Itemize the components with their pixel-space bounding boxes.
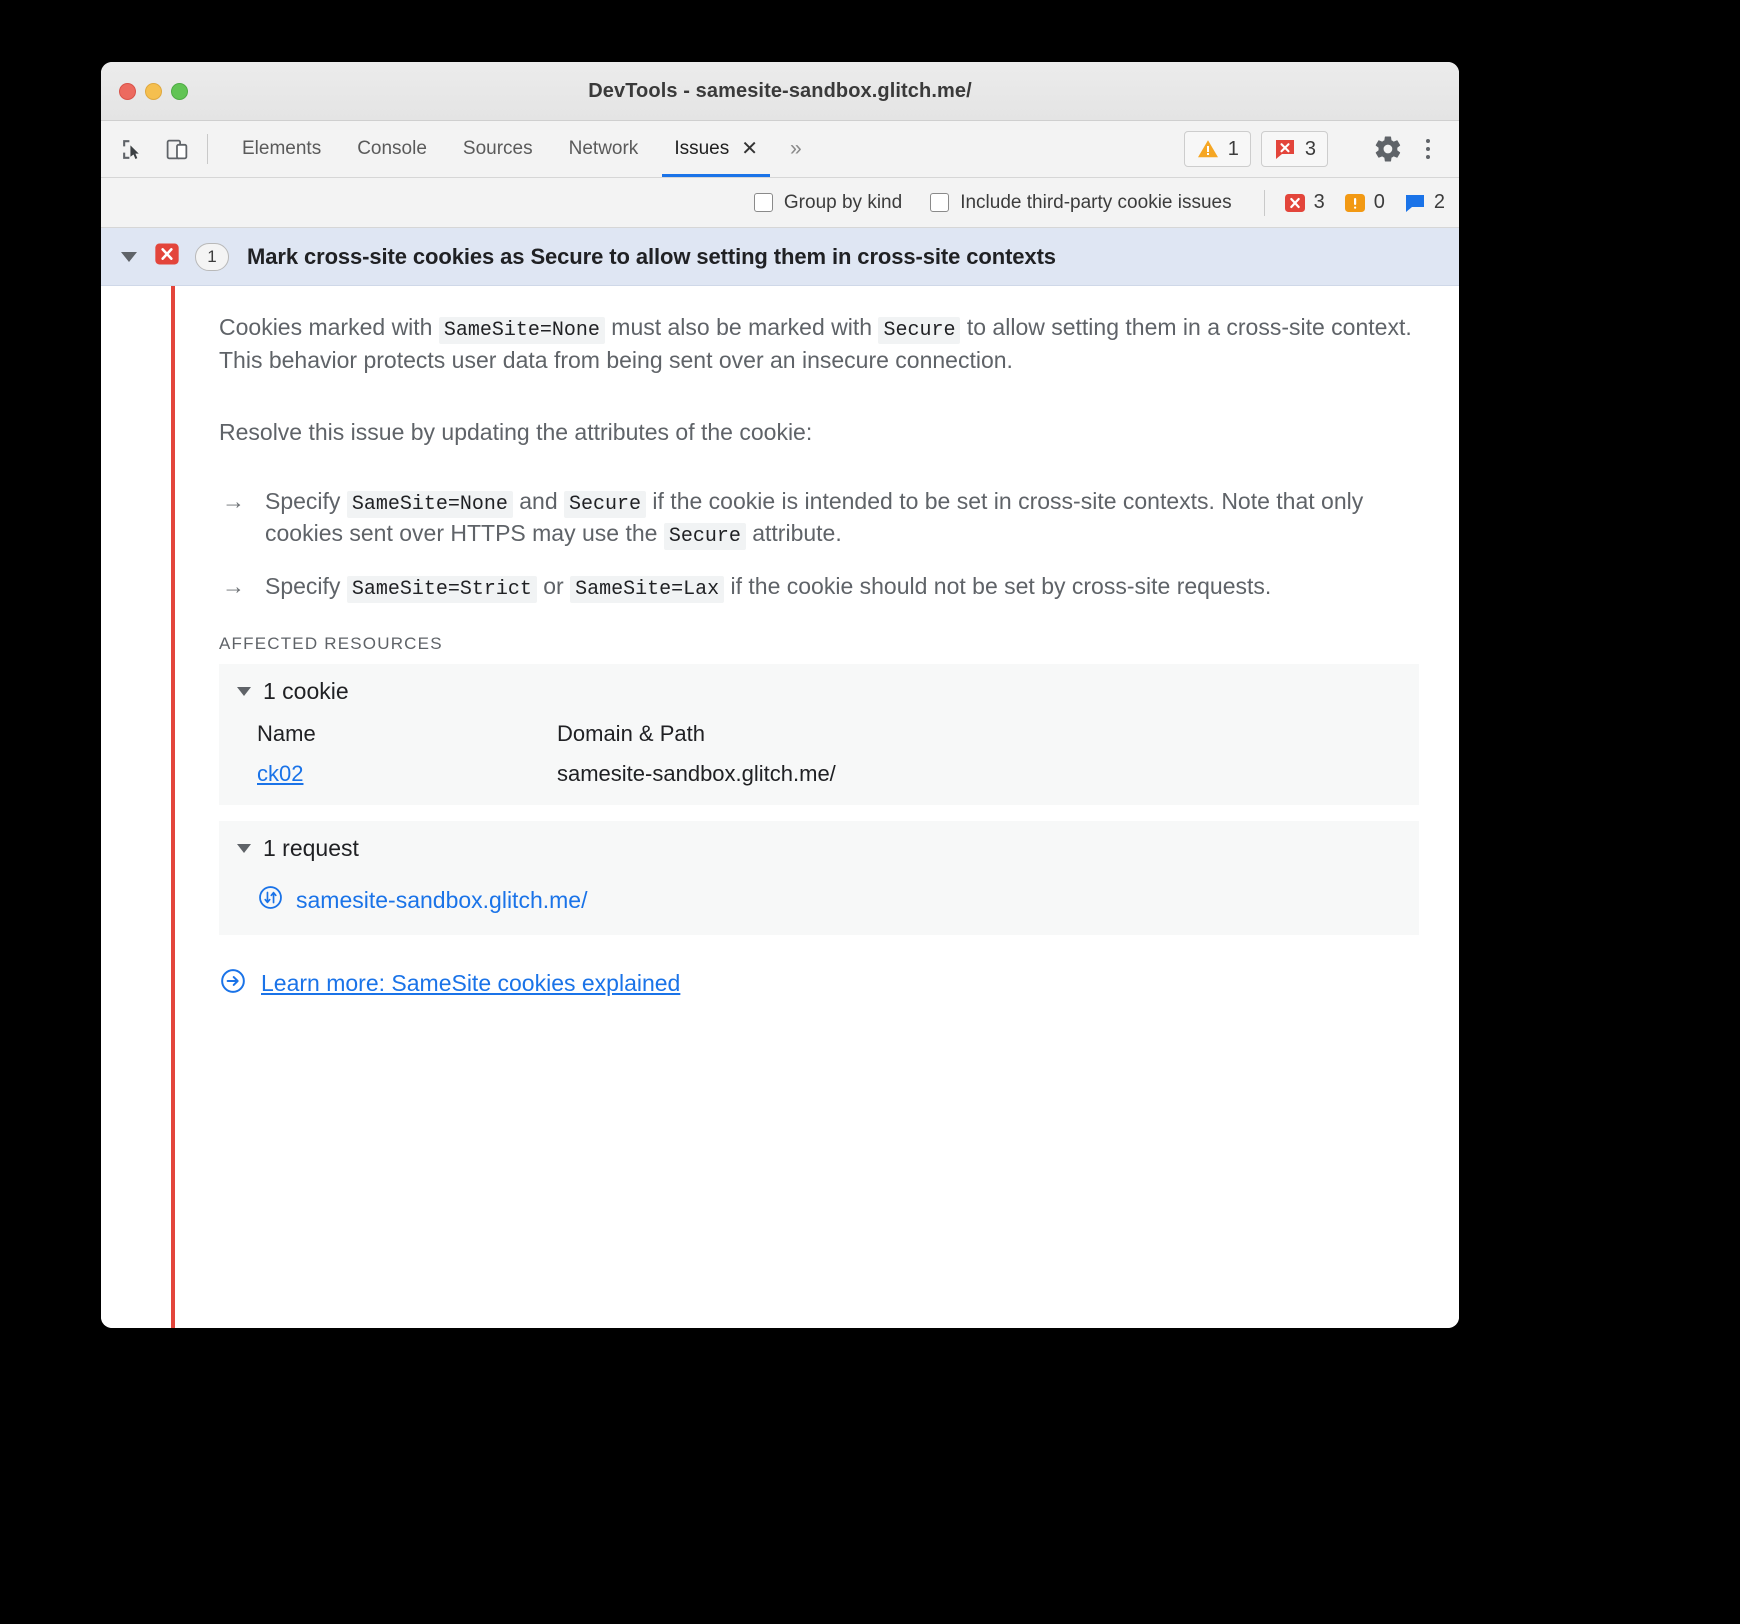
warning-badge-button[interactable]: 1	[1183, 131, 1251, 167]
inspect-element-icon[interactable]	[119, 136, 146, 163]
desc-text-1: Cookies marked with	[219, 314, 439, 340]
code-secure: Secure	[564, 490, 647, 518]
table-header-row: Name Domain & Path	[257, 721, 836, 761]
cookie-section-toggle[interactable]: 1 cookie	[219, 678, 1419, 705]
code-secure-2: Secure	[663, 523, 746, 551]
cookie-name-link[interactable]: ck02	[257, 761, 303, 786]
devtools-window: DevTools - samesite-sandbox.glitch.me/ E…	[101, 62, 1459, 1328]
bullet2-text-3: if the cookie should not be set by cross…	[724, 572, 1272, 599]
bullet2-text-2: or	[536, 572, 571, 599]
issue-resolve-paragraph: Resolve this issue by updating the attri…	[219, 419, 813, 446]
bullet2-text-1: Specify	[265, 572, 347, 599]
error-badge-button[interactable]: 3	[1260, 131, 1328, 167]
chevron-down-icon[interactable]	[237, 843, 251, 853]
code-secure: Secure	[878, 317, 961, 344]
warning-count: 1	[1227, 137, 1239, 160]
affected-resources-label: AFFECTED RESOURCES	[219, 633, 443, 653]
tab-label: Sources	[462, 138, 533, 159]
tab-label: Issues	[674, 138, 730, 159]
group-by-kind-checkbox[interactable]: Group by kind	[753, 191, 903, 214]
gear-icon[interactable]	[1371, 132, 1405, 166]
code-samesite-lax: SameSite=Lax	[570, 575, 725, 603]
error-count: 3	[1304, 137, 1316, 160]
close-icon[interactable]: ✕	[741, 139, 758, 159]
group-by-kind-label: Group by kind	[783, 191, 903, 213]
error-icon	[153, 240, 181, 273]
issue-title: Mark cross-site cookies as Secure to all…	[247, 243, 1056, 269]
tab-console[interactable]: Console	[339, 121, 445, 177]
devtools-toolbar: Elements Console Sources Network Issues …	[101, 121, 1459, 178]
issue-header-row[interactable]: 1 Mark cross-site cookies as Secure to a…	[101, 228, 1459, 286]
checkbox-box[interactable]	[753, 193, 773, 212]
tab-label: Network	[568, 138, 639, 159]
column-header-domain-path: Domain & Path	[557, 720, 705, 746]
error-counter-value: 3	[1313, 191, 1325, 213]
bullet1-text-4: attribute.	[745, 520, 842, 547]
issue-count-badge: 1	[195, 242, 229, 271]
error-counter[interactable]: 3	[1283, 191, 1325, 215]
code-samesite-none: SameSite=None	[438, 317, 605, 344]
checkbox-box[interactable]	[930, 193, 950, 212]
resolution-bullet-2: → Specify SameSite=Strict or SameSite=Lax…	[219, 571, 1419, 604]
code-samesite-none: SameSite=None	[346, 490, 513, 518]
toolbar-left-icons	[119, 121, 191, 177]
learn-more-link[interactable]: Learn more: SameSite cookies explained	[261, 970, 680, 997]
request-arrows-icon	[257, 884, 284, 917]
bullet1-text-1: Specify	[265, 487, 347, 514]
code-samesite-strict: SameSite=Strict	[346, 575, 537, 603]
issue-description-paragraph: Cookies marked with SameSite=None must a…	[219, 312, 1419, 375]
issue-detail-content: Cookies marked with SameSite=None must a…	[175, 286, 1459, 1328]
desc-text-2: must also be marked with	[604, 314, 879, 340]
cookie-name-cell: ck02	[257, 761, 557, 787]
include-third-party-cookie-issues-checkbox[interactable]: Include third-party cookie issues	[930, 191, 1232, 214]
cookie-domain-path-cell: samesite-sandbox.glitch.me/	[557, 760, 836, 786]
toolbar-right: 1 3	[1183, 121, 1445, 177]
cookie-section-summary: 1 cookie	[263, 677, 349, 704]
tab-elements[interactable]: Elements	[224, 121, 339, 177]
issues-filter-bar: Group by kind Include third-party cookie…	[101, 178, 1459, 228]
kebab-menu-icon[interactable]	[1411, 132, 1445, 166]
info-icon	[1403, 191, 1427, 215]
info-counter[interactable]: 2	[1403, 191, 1445, 215]
error-icon	[1283, 191, 1307, 215]
affected-cookies-table: Name Domain & Path ck02 samesite-sandbox…	[257, 721, 836, 787]
issue-body: Cookies marked with SameSite=None must a…	[101, 286, 1459, 1328]
error-icon	[1273, 137, 1297, 161]
chevron-down-icon[interactable]	[237, 686, 251, 696]
panel-tabs: Elements Console Sources Network Issues …	[224, 121, 816, 177]
toolbar-divider	[207, 134, 208, 164]
column-header-name: Name	[257, 720, 316, 746]
affected-cookies-block: 1 cookie Name Domain & Path ck02 samesit…	[219, 663, 1419, 805]
request-section-toggle[interactable]: 1 request	[219, 835, 1419, 862]
device-toolbar-icon[interactable]	[164, 136, 191, 163]
warning-counter[interactable]: 0	[1343, 191, 1385, 215]
resolution-bullet-1: → Specify SameSite=None and Secure if the…	[219, 486, 1419, 551]
bullet1-text-2: and	[512, 487, 565, 514]
window-titlebar: DevTools - samesite-sandbox.glitch.me/	[101, 62, 1459, 121]
more-tabs-icon[interactable]: »	[776, 121, 816, 177]
learn-more-row: Learn more: SameSite cookies explained	[219, 967, 1419, 1000]
request-url-link[interactable]: samesite-sandbox.glitch.me/	[296, 887, 587, 914]
arrow-right-icon: →	[222, 572, 245, 599]
tab-label: Elements	[242, 138, 322, 159]
info-counter-value: 2	[1433, 191, 1445, 213]
tab-label: Console	[357, 138, 427, 159]
warning-counter-value: 0	[1373, 191, 1385, 213]
tab-issues[interactable]: Issues ✕	[656, 121, 776, 177]
tab-sources[interactable]: Sources	[445, 121, 551, 177]
window-title: DevTools - samesite-sandbox.glitch.me/	[588, 79, 972, 102]
table-row: ck02 samesite-sandbox.glitch.me/	[257, 761, 836, 787]
arrow-right-icon: →	[222, 487, 245, 514]
affected-requests-block: 1 request samesite-sandbox.glitch.me/	[219, 820, 1419, 935]
arrow-in-circle-icon	[219, 967, 247, 1000]
warning-icon	[1343, 191, 1367, 215]
tab-network[interactable]: Network	[551, 121, 657, 177]
filter-divider	[1263, 189, 1265, 216]
list-item: samesite-sandbox.glitch.me/	[257, 884, 1419, 917]
chevron-down-icon[interactable]	[121, 251, 137, 262]
warning-icon	[1196, 137, 1220, 161]
include-third-party-label: Include third-party cookie issues	[960, 191, 1232, 213]
request-section-summary: 1 request	[263, 834, 359, 861]
